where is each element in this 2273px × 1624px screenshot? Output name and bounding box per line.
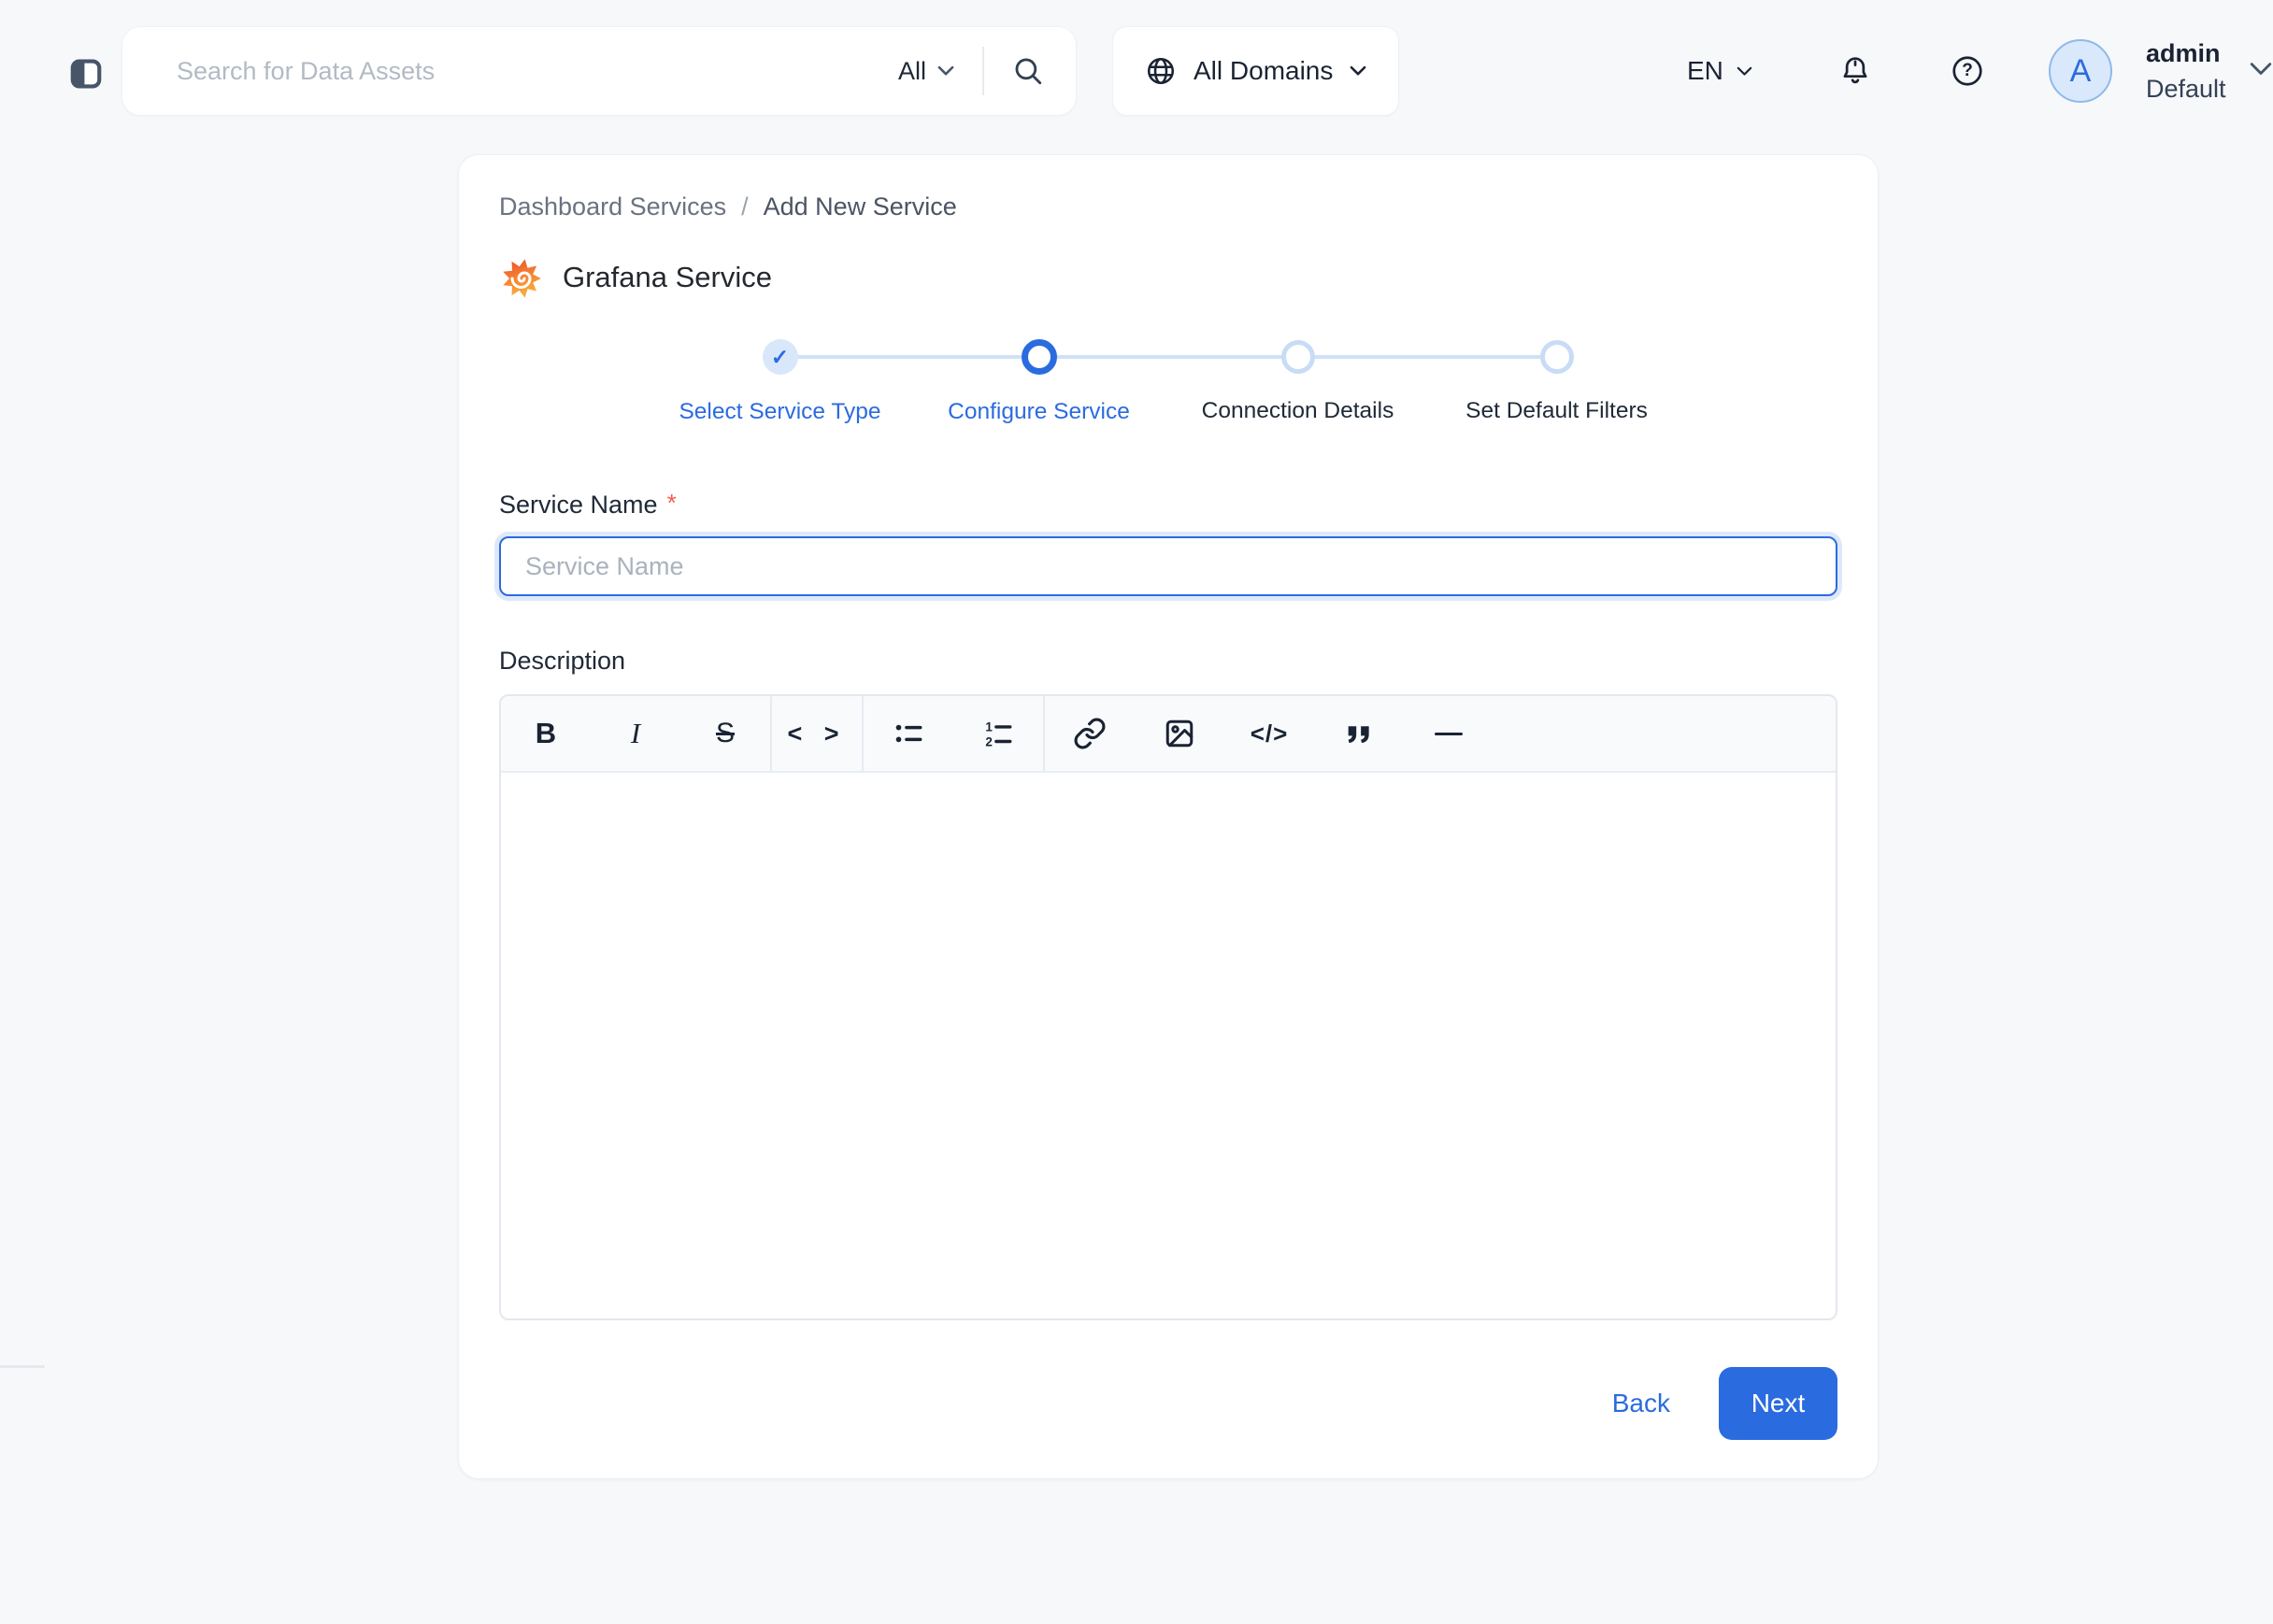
next-button[interactable]: Next — [1719, 1367, 1837, 1440]
user-info[interactable]: admin Default — [2146, 36, 2226, 107]
chevron-down-icon — [1737, 66, 1752, 77]
breadcrumb-separator: / — [741, 192, 749, 221]
chevron-down-icon — [1350, 65, 1366, 77]
description-label: Description — [499, 647, 626, 675]
numbered-list-button[interactable]: 1 2 — [953, 696, 1043, 771]
sidebar-toggle-button[interactable] — [68, 56, 104, 92]
step-select-service-type[interactable]: ✓ Select Service Type — [650, 339, 909, 425]
link-icon — [1073, 717, 1107, 750]
bullet-list-icon — [893, 718, 924, 749]
bell-icon — [1837, 53, 1873, 89]
link-button[interactable] — [1045, 696, 1135, 771]
wizard-actions: Back Next — [499, 1367, 1837, 1440]
italic-button[interactable]: I — [591, 696, 680, 771]
image-icon — [1163, 717, 1196, 750]
bold-icon: B — [535, 717, 557, 749]
horizontal-rule-button[interactable] — [1404, 696, 1494, 771]
step-completed-circle: ✓ — [762, 339, 798, 375]
step-set-default-filters[interactable]: Set Default Filters — [1427, 339, 1686, 425]
description-editor: B I S < > 1 2 </> — [499, 694, 1837, 1320]
breadcrumb-current: Add New Service — [763, 192, 957, 221]
domains-dropdown[interactable]: All Domains — [1112, 26, 1400, 116]
chevron-down-icon — [937, 65, 954, 77]
step-label: Select Service Type — [679, 399, 881, 424]
language-label: EN — [1687, 56, 1723, 85]
help-glyph: ? — [1962, 61, 1973, 80]
inline-code-button[interactable]: < > — [772, 696, 862, 771]
svg-text:2: 2 — [985, 734, 992, 748]
strikethrough-button[interactable]: S — [680, 696, 770, 771]
code-block-icon: </> — [1250, 719, 1289, 748]
code-block-button[interactable]: </> — [1224, 696, 1314, 771]
search-input[interactable] — [122, 27, 898, 115]
numbered-list-icon: 1 2 — [982, 718, 1014, 749]
step-configure-service[interactable]: Configure Service — [909, 339, 1168, 425]
quote-icon — [1343, 718, 1375, 749]
inline-code-icon: < > — [787, 719, 847, 748]
avatar-initial: A — [2069, 52, 2092, 89]
image-button[interactable] — [1135, 696, 1224, 771]
help-icon: ? — [1950, 53, 1985, 89]
breadcrumb: Dashboard Services / Add New Service — [499, 192, 1837, 221]
step-label: Configure Service — [948, 399, 1130, 424]
user-team: Default — [2146, 75, 2226, 103]
back-button[interactable]: Back — [1612, 1389, 1670, 1418]
required-marker: * — [666, 489, 677, 517]
collapsed-sidebar-divider — [0, 1365, 45, 1368]
help-button[interactable]: ? — [1950, 0, 1985, 142]
global-search-bar: All — [122, 26, 1077, 116]
description-editor-content[interactable] — [501, 773, 1836, 1318]
service-name-input[interactable] — [499, 536, 1837, 596]
avatar[interactable]: A — [2049, 39, 2112, 103]
grafana-logo-icon — [499, 255, 544, 300]
bold-button[interactable]: B — [501, 696, 591, 771]
service-name-label: Service Name — [499, 491, 658, 519]
language-dropdown[interactable]: EN — [1687, 0, 1752, 142]
horizontal-rule-icon — [1435, 732, 1463, 735]
service-title-row: Grafana Service — [499, 251, 1837, 304]
quote-button[interactable] — [1314, 696, 1404, 771]
globe-icon — [1145, 55, 1177, 87]
search-divider — [982, 47, 984, 95]
search-icon — [1012, 55, 1044, 87]
strikethrough-icon: S — [715, 718, 735, 748]
user-name: admin — [2146, 39, 2221, 67]
step-pending-circle — [1539, 340, 1574, 374]
step-label: Set Default Filters — [1465, 398, 1648, 423]
panel-left-icon — [68, 56, 104, 92]
step-label: Connection Details — [1201, 398, 1394, 423]
svg-text:1: 1 — [985, 720, 993, 734]
stepper: ✓ Select Service Type Configure Service … — [650, 339, 1686, 433]
step-pending-circle — [1280, 340, 1315, 374]
user-menu-chevron-icon[interactable] — [2249, 62, 2273, 77]
italic-icon: I — [630, 717, 641, 749]
check-icon: ✓ — [770, 344, 790, 369]
notifications-button[interactable] — [1837, 0, 1873, 142]
step-active-circle — [1021, 339, 1057, 375]
domains-label: All Domains — [1194, 56, 1334, 85]
search-submit-button[interactable] — [1012, 55, 1044, 87]
editor-toolbar: B I S < > 1 2 </> — [501, 696, 1836, 773]
topbar: All All Domains EN — [0, 0, 2273, 142]
add-service-card: Dashboard Services / Add New Service Gra… — [458, 154, 1879, 1479]
search-scope-dropdown[interactable]: All — [898, 57, 954, 86]
search-scope-label: All — [897, 56, 926, 85]
step-connection-details[interactable]: Connection Details — [1168, 339, 1427, 425]
service-name-label-row: Service Name * — [499, 489, 1837, 520]
bullet-list-button[interactable] — [864, 696, 953, 771]
breadcrumb-dashboard-services[interactable]: Dashboard Services — [499, 192, 726, 221]
page-title: Grafana Service — [563, 261, 772, 293]
